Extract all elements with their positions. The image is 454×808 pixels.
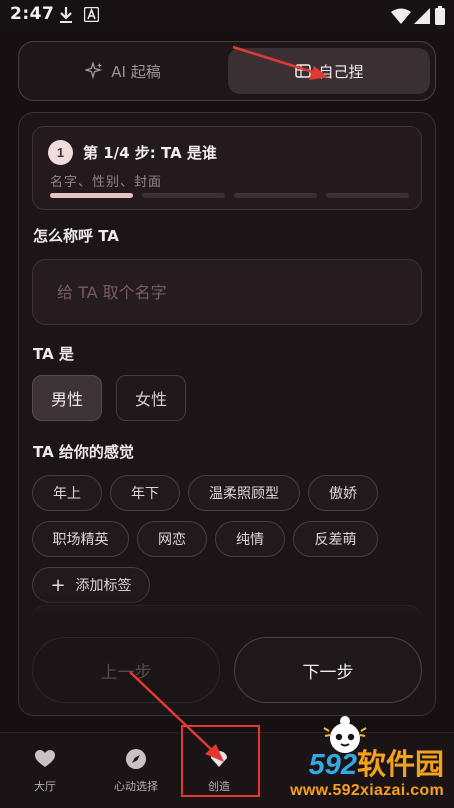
form-panel: 1 第 1/4 步: TA 是谁 名字、性别、封面 怎么称呼 TA TA 是 男… bbox=[18, 112, 436, 716]
step-indicator: 1 第 1/4 步: TA 是谁 名字、性别、封面 bbox=[32, 126, 422, 210]
compass-icon bbox=[126, 749, 146, 769]
watermark-text: 软件园 bbox=[356, 747, 444, 781]
signal-icon bbox=[414, 8, 430, 24]
self-create-label: 自己捏 bbox=[318, 62, 364, 81]
tag-chip[interactable]: 温柔照顾型 bbox=[188, 475, 300, 511]
step-subtitle: 名字、性别、封面 bbox=[50, 175, 163, 190]
tag-chip[interactable]: 傲娇 bbox=[308, 475, 378, 511]
pinch-icon bbox=[295, 64, 312, 78]
self-create-tab[interactable]: 自己捏 bbox=[228, 48, 430, 94]
status-time: 2:47 bbox=[10, 4, 55, 24]
tab-hall-label: 大厅 bbox=[34, 780, 56, 793]
feelings-label: TA 给你的感觉 bbox=[33, 443, 134, 461]
gender-male-button[interactable]: 男性 bbox=[32, 375, 102, 421]
gender-label: TA 是 bbox=[33, 345, 74, 363]
tab-hall[interactable]: 大厅 bbox=[22, 733, 68, 808]
prev-step-button[interactable]: 上一步 bbox=[32, 637, 220, 703]
battery-icon bbox=[435, 6, 445, 25]
next-step-button[interactable]: 下一步 bbox=[234, 637, 422, 703]
progress-segment bbox=[50, 193, 133, 198]
sparkle-icon bbox=[85, 62, 103, 80]
heart-icon bbox=[35, 750, 55, 767]
status-bar: 2:47 bbox=[0, 0, 454, 32]
step-title: 第 1/4 步: TA 是谁 bbox=[83, 144, 217, 162]
watermark-brand: 592软件园 bbox=[290, 747, 444, 782]
tag-chip[interactable]: 职场精英 bbox=[32, 521, 129, 557]
download-icon bbox=[60, 7, 72, 23]
tab-heart-choice[interactable]: 心动选择 bbox=[106, 733, 166, 808]
watermark: 592软件园 www.592xiazai.com bbox=[290, 747, 444, 800]
tag-chip[interactable]: 纯情 bbox=[215, 521, 285, 557]
tab-heart-choice-label: 心动选择 bbox=[114, 780, 158, 793]
tag-chip[interactable]: 网恋 bbox=[137, 521, 207, 557]
watermark-url: www.592xiazai.com bbox=[290, 782, 444, 799]
progress-segment bbox=[326, 193, 409, 198]
ai-draft-label: AI 起稿 bbox=[111, 62, 161, 81]
watermark-number: 592 bbox=[308, 749, 357, 781]
name-input[interactable] bbox=[32, 259, 422, 325]
step-progress-bar bbox=[50, 193, 409, 198]
progress-segment bbox=[142, 193, 225, 198]
progress-segment bbox=[234, 193, 317, 198]
mode-toggle: AI 起稿 自己捏 bbox=[18, 41, 436, 101]
gender-female-button[interactable]: 女性 bbox=[116, 375, 186, 421]
step-number-badge: 1 bbox=[48, 140, 73, 165]
tag-chip[interactable]: 年上 bbox=[32, 475, 102, 511]
name-label: 怎么称呼 TA bbox=[33, 227, 119, 245]
wifi-icon bbox=[391, 8, 411, 24]
tag-chip[interactable]: 反差萌 bbox=[293, 521, 378, 557]
annotation-highlight-box bbox=[181, 725, 260, 797]
ai-draft-tab[interactable]: AI 起稿 bbox=[19, 42, 227, 100]
font-icon bbox=[84, 7, 99, 22]
tag-chip[interactable]: 年下 bbox=[110, 475, 180, 511]
